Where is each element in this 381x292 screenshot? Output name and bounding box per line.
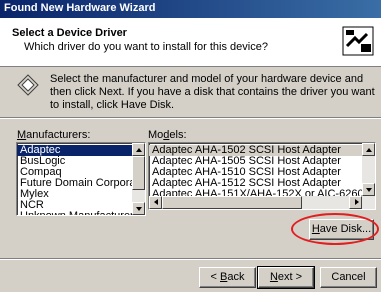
scroll-down-button[interactable] [362, 183, 375, 196]
divider [0, 258, 381, 260]
scroll-left-button[interactable] [149, 196, 162, 209]
scroll-down-button[interactable] [132, 202, 145, 215]
have-disk-button[interactable]: Have Disk... [309, 219, 374, 240]
arrow-up-icon [366, 148, 372, 152]
arrow-down-icon [366, 188, 372, 192]
arrow-up-icon [136, 148, 142, 152]
divider [0, 117, 381, 119]
models-hscrollbar[interactable] [149, 196, 375, 209]
manufacturers-list[interactable]: Adaptec BusLogic Compaq Future Domain Corpo… [16, 142, 146, 216]
manufacturer-item[interactable]: Unknown Manufacturer [17, 211, 145, 216]
header-title: Select a Device Driver [12, 27, 127, 39]
hardware-info-icon [17, 74, 39, 96]
title-bar[interactable]: Found New Hardware Wizard [0, 0, 381, 18]
cancel-button[interactable]: Cancel [320, 267, 377, 288]
arrow-down-icon [136, 207, 142, 211]
arrow-right-icon [355, 199, 359, 205]
scroll-right-button[interactable] [349, 196, 362, 209]
models-list[interactable]: Adaptec AHA-1502 SCSI Host Adapter Adapte… [148, 142, 376, 210]
manufacturers-scrollbar[interactable] [132, 143, 145, 215]
hardware-wizard-icon [342, 26, 374, 56]
back-button[interactable]: < Back [199, 267, 256, 288]
scroll-up-button[interactable] [362, 143, 375, 156]
scroll-up-button[interactable] [132, 143, 145, 156]
window-title: Found New Hardware Wizard [4, 2, 156, 14]
models-vscrollbar[interactable] [362, 143, 375, 196]
next-button[interactable]: Next > [257, 266, 315, 289]
instructions-text: Select the manufacturer and model of you… [50, 73, 375, 111]
wizard-header: Select a Device Driver Which driver do y… [0, 18, 381, 67]
header-subtitle: Which driver do you want to install for … [24, 41, 268, 53]
manufacturers-label: Manufacturers: [17, 129, 91, 141]
hscroll-thumb[interactable] [162, 196, 302, 209]
models-label: Models: [148, 129, 187, 141]
scroll-thumb[interactable] [132, 156, 145, 190]
arrow-left-icon [154, 199, 158, 205]
